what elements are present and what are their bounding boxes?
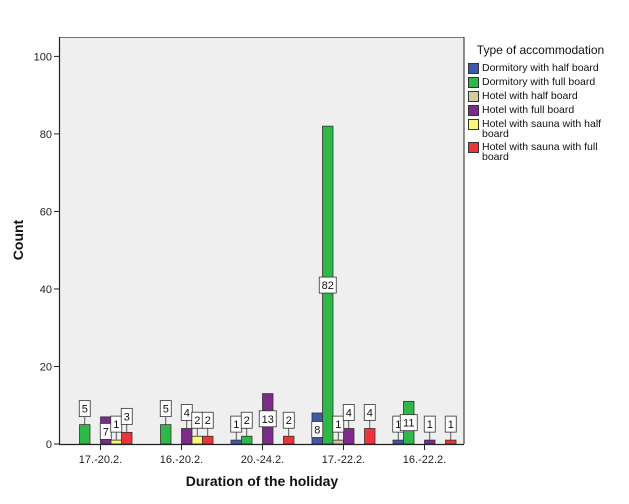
data-label: 5 xyxy=(82,404,88,416)
bar xyxy=(343,428,355,445)
legend-label: Hotel with sauna with full board xyxy=(482,141,598,163)
data-label: 4 xyxy=(346,407,352,419)
bar xyxy=(392,439,404,445)
x-axis-title: Duration of the holiday xyxy=(186,473,339,489)
bar xyxy=(110,439,122,445)
data-label: 13 xyxy=(262,414,274,426)
bar xyxy=(445,439,457,445)
bar xyxy=(424,439,436,445)
legend-title: Type of accommodation xyxy=(476,43,605,57)
bar xyxy=(332,439,344,445)
data-label: 2 xyxy=(244,415,250,427)
legend: Type of accommodation Dormitory with hal… xyxy=(468,44,628,165)
y-ticks-group: 0 20 40 60 80 100 xyxy=(34,51,59,451)
bar xyxy=(241,435,253,445)
bar xyxy=(191,435,203,445)
legend-item: Dormitory with full board xyxy=(468,77,628,88)
data-label: 2 xyxy=(286,415,292,427)
bar xyxy=(160,424,172,445)
legend-label: Hotel with half board xyxy=(482,90,578,102)
y-tick-label: 40 xyxy=(40,284,52,296)
data-label: 3 xyxy=(124,411,130,423)
bar xyxy=(202,435,214,445)
data-label: 2 xyxy=(194,415,200,427)
data-label: 1 xyxy=(233,419,239,431)
data-label: 4 xyxy=(367,407,373,419)
bar xyxy=(283,435,295,445)
bar xyxy=(121,431,133,445)
legend-swatch xyxy=(468,77,479,88)
legend-label: Hotel with sauna with half board xyxy=(482,118,602,140)
legend-label: Dormitory with full board xyxy=(482,76,596,88)
y-tick-label: 100 xyxy=(34,51,52,63)
y-axis-title: Count xyxy=(10,219,26,260)
data-label: 5 xyxy=(163,404,169,416)
x-ticks-group: 17.-20.2. 16.-20.2. 20.-24.2. 17.-22.2. 16.-… xyxy=(79,444,446,466)
legend-item: Hotel with half board xyxy=(468,91,628,102)
legend-swatch xyxy=(468,105,479,116)
x-tick-label: 17.-22.2. xyxy=(322,454,365,466)
legend-swatch xyxy=(468,91,479,102)
y-tick-label: 60 xyxy=(40,206,52,218)
legend-items: Dormitory with half board Dormitory with … xyxy=(468,63,628,162)
data-label: 8 xyxy=(314,424,320,436)
data-label: 7 xyxy=(103,426,109,438)
data-label: 1 xyxy=(427,419,433,431)
legend-swatch xyxy=(468,142,479,153)
legend-swatch xyxy=(468,63,479,74)
y-tick-label: 0 xyxy=(46,439,52,451)
data-label: 1 xyxy=(335,419,341,431)
legend-item: Dormitory with half board xyxy=(468,63,628,74)
data-label: 1 xyxy=(113,419,119,431)
legend-label: Dormitory with half board xyxy=(482,62,599,74)
data-label: 82 xyxy=(322,280,334,292)
y-tick-label: 80 xyxy=(40,129,52,141)
data-label: 4 xyxy=(184,407,190,419)
data-label: 1 xyxy=(448,419,454,431)
y-tick-label: 20 xyxy=(40,361,52,373)
legend-item: Hotel with full board xyxy=(468,105,628,116)
bar xyxy=(230,439,242,445)
legend-swatch xyxy=(468,119,479,130)
legend-item: Hotel with sauna with full board xyxy=(468,142,628,162)
data-label: 11 xyxy=(403,418,414,430)
bar xyxy=(181,428,193,445)
legend-label: Hotel with full board xyxy=(482,104,575,116)
x-tick-label: 16.-20.2. xyxy=(160,454,203,466)
data-label: 2 xyxy=(205,415,211,427)
x-tick-label: 17.-20.2. xyxy=(79,454,122,466)
x-tick-label: 20.-24.2. xyxy=(241,454,284,466)
x-tick-label: 16.-22.2. xyxy=(403,454,446,466)
legend-item: Hotel with sauna with half board xyxy=(468,119,628,139)
bar xyxy=(79,424,91,445)
bar xyxy=(364,428,376,445)
plot-background xyxy=(59,37,464,444)
